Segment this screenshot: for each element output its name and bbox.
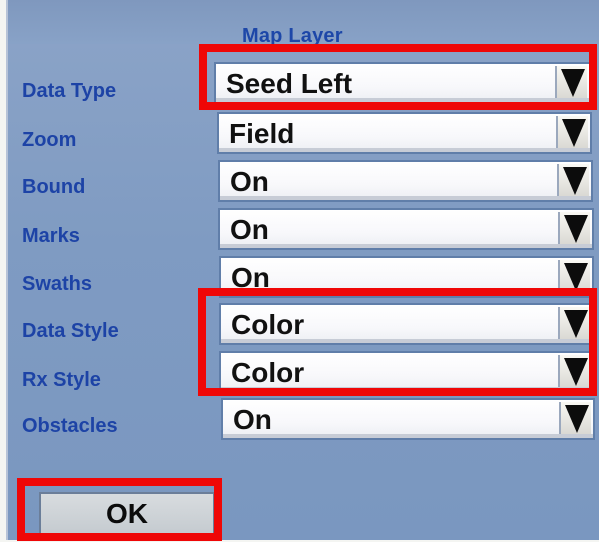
data-style-label: Data Style — [22, 320, 119, 342]
chevron-down-icon[interactable] — [558, 307, 590, 341]
zoom-dropdown[interactable]: Field — [217, 112, 592, 154]
data-type-label: Data Type — [22, 80, 117, 102]
chevron-down-icon[interactable] — [557, 164, 589, 198]
obstacles-label: Obstacles — [22, 415, 118, 437]
zoom-label: Zoom — [22, 129, 77, 151]
dialog-title: Map Layer — [242, 25, 343, 47]
chevron-down-icon[interactable] — [559, 402, 591, 436]
marks-value: On — [230, 214, 269, 245]
bound-value: On — [230, 166, 269, 197]
data-type-dropdown[interactable]: Seed Left — [214, 62, 591, 104]
dropdown-arrow-shape — [564, 263, 588, 291]
zoom-value: Field — [229, 118, 295, 149]
dropdown-arrow-shape — [564, 310, 588, 338]
data-type-value: Seed Left — [226, 68, 353, 99]
dialog-title-bar: Map Layer — [8, 0, 599, 47]
chevron-down-icon[interactable] — [555, 66, 587, 100]
ok-button-label: OK — [106, 498, 148, 529]
dropdown-arrow-shape — [562, 119, 586, 147]
swaths-value: On — [231, 262, 270, 293]
marks-dropdown[interactable]: On — [218, 208, 594, 250]
map-layer-dialog: Map Layer Data Type Seed Left Zoom Field… — [6, 0, 599, 540]
rx-style-dropdown[interactable]: Color — [219, 351, 594, 393]
dropdown-arrow-shape — [563, 167, 587, 195]
map-layer-screen: Map Layer Data Type Seed Left Zoom Field… — [0, 0, 599, 542]
chevron-down-icon[interactable] — [558, 212, 590, 246]
bound-label: Bound — [22, 176, 86, 198]
bound-dropdown[interactable]: On — [218, 160, 593, 202]
chevron-down-icon[interactable] — [558, 260, 590, 294]
chevron-down-icon[interactable] — [556, 116, 588, 150]
chevron-down-icon[interactable] — [558, 355, 590, 389]
dropdown-arrow-shape — [561, 69, 585, 97]
obstacles-value: On — [233, 404, 272, 435]
obstacles-dropdown[interactable]: On — [221, 398, 595, 440]
rx-style-label: Rx Style — [22, 369, 101, 391]
swaths-dropdown[interactable]: On — [219, 256, 594, 298]
data-style-dropdown[interactable]: Color — [219, 303, 594, 345]
dropdown-arrow-shape — [564, 358, 588, 386]
dropdown-arrow-shape — [564, 215, 588, 243]
ok-button[interactable]: OK — [39, 492, 215, 535]
rx-style-value: Color — [231, 357, 305, 388]
swaths-label: Swaths — [22, 273, 93, 295]
dropdown-arrow-shape — [565, 405, 589, 433]
data-style-value: Color — [231, 309, 305, 340]
marks-label: Marks — [22, 225, 80, 247]
